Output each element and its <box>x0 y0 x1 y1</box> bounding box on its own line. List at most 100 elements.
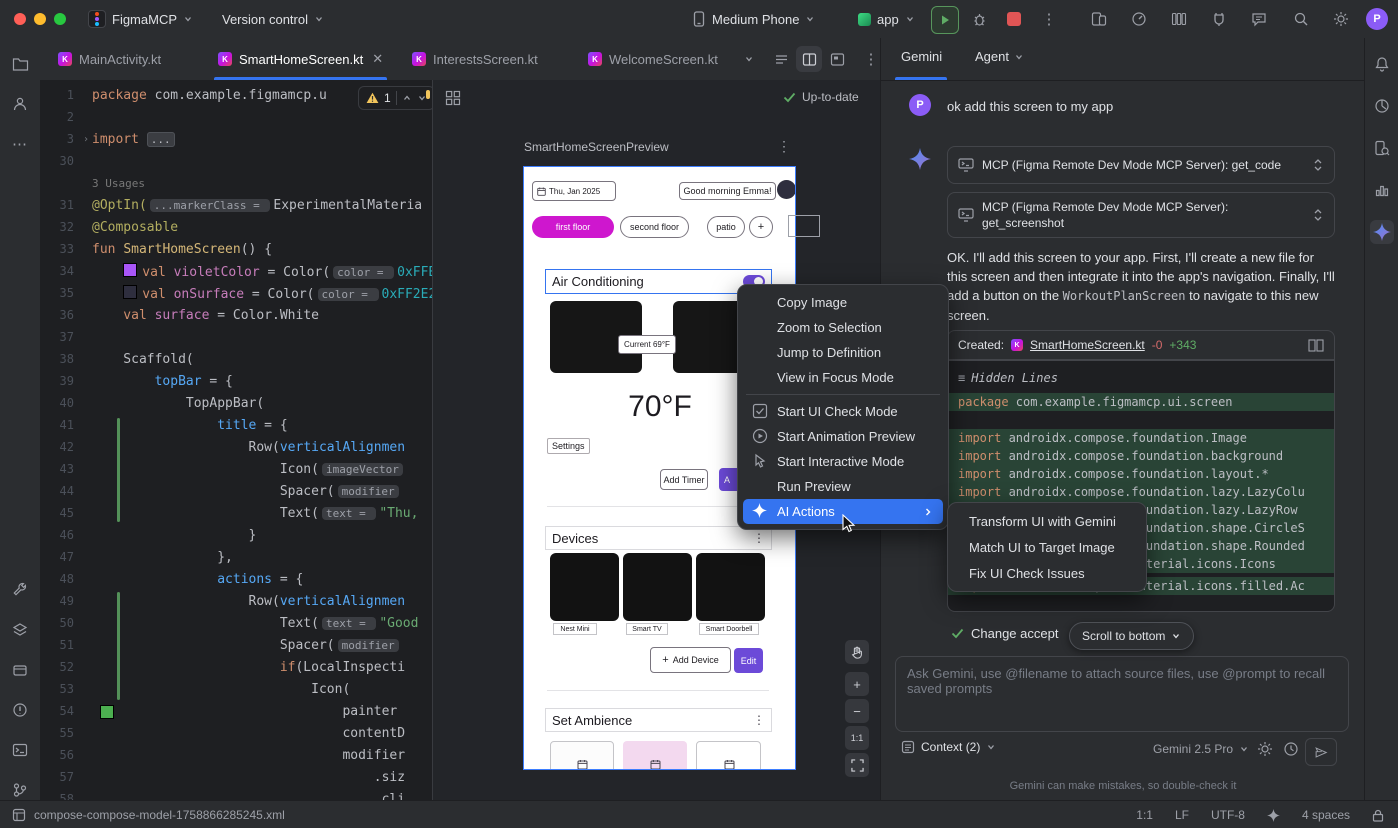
tab-agent[interactable]: Agent <box>975 49 1024 64</box>
layout-inspector-icon[interactable] <box>1370 136 1394 160</box>
code-line[interactable]: 50Text(text = "Good <box>40 612 432 634</box>
device-mirror-button[interactable] <box>1086 6 1112 32</box>
line-number[interactable]: 51 <box>40 638 80 652</box>
code-line[interactable]: 32@Composable <box>40 216 432 238</box>
inspection-widget[interactable]: 1 <box>358 86 432 110</box>
code-line[interactable]: 3›import ... <box>40 128 432 150</box>
created-file-link[interactable]: SmartHomeScreen.kt <box>1030 338 1145 352</box>
layers-icon[interactable] <box>8 618 32 642</box>
line-number[interactable]: 36 <box>40 308 80 322</box>
debug-button[interactable] <box>966 6 992 32</box>
add-timer-button[interactable]: Add Timer <box>660 469 708 490</box>
add-device-button[interactable]: + Add Device <box>650 647 731 673</box>
menu-item-view-in-focus-mode[interactable]: View in Focus Mode <box>743 365 943 390</box>
filter-chip-second-floor[interactable]: second floor <box>620 216 689 238</box>
menu-item-jump-to-definition[interactable]: Jump to Definition <box>743 340 943 365</box>
code-line[interactable]: 47}, <box>40 546 432 568</box>
tab-welcomescreen[interactable]: K WelcomeScreen.kt <box>578 38 728 80</box>
line-number[interactable]: 44 <box>40 484 80 498</box>
line-number[interactable]: 37 <box>40 330 80 344</box>
hidden-lines-row[interactable]: ≡ Hidden Lines <box>948 369 1334 387</box>
line-number[interactable]: 31 <box>40 198 80 212</box>
tab-smarthomescreen[interactable]: K SmartHomeScreen.kt ✕ <box>208 38 393 80</box>
line-number[interactable]: 55 <box>40 726 80 740</box>
filter-chip-patio[interactable]: patio <box>707 216 745 238</box>
file-encoding[interactable]: UTF-8 <box>1211 808 1245 822</box>
edit-button[interactable]: Edit <box>734 648 763 673</box>
tab-interestsscreen[interactable]: K InterestsScreen.kt <box>402 38 548 80</box>
color-swatch[interactable] <box>123 263 137 277</box>
zoom-to-fit-button[interactable] <box>845 753 869 777</box>
device-manager-icon[interactable] <box>8 658 32 682</box>
code-line[interactable]: 49Row(verticalAlignmen <box>40 590 432 612</box>
menu-item-start-animation-preview[interactable]: Start Animation Preview <box>743 424 943 449</box>
code-line[interactable]: 38Scaffold( <box>40 348 432 370</box>
code-view-button[interactable] <box>768 46 794 72</box>
code-line[interactable]: 53Icon( <box>40 678 432 700</box>
code-line[interactable]: 44Spacer(modifier <box>40 480 432 502</box>
line-number[interactable]: 39 <box>40 374 80 388</box>
line-number[interactable]: 42 <box>40 440 80 454</box>
tab-gemini[interactable]: Gemini <box>901 49 942 64</box>
plugins-button[interactable] <box>1206 6 1232 32</box>
line-number[interactable]: 38 <box>40 352 80 366</box>
line-number[interactable]: 33 <box>40 242 80 256</box>
code-line[interactable]: 45Text(text = "Thu, <box>40 502 432 524</box>
prev-issue-icon[interactable] <box>402 93 412 103</box>
line-number[interactable]: 43 <box>40 462 80 476</box>
mcp-call-card[interactable]: MCP (Figma Remote Dev Mode MCP Server): … <box>947 146 1335 184</box>
context-selector[interactable]: Context (2) <box>901 740 996 754</box>
code-line[interactable]: 41title = { <box>40 414 432 436</box>
menu-item-start-ui-check-mode[interactable]: Start UI Check Mode <box>743 399 943 424</box>
submenu-item-fix-ui-check[interactable]: Fix UI Check Issues <box>953 560 1141 586</box>
section-kebab-icon[interactable]: ⋮ <box>753 531 765 545</box>
filter-chip-first-floor[interactable]: first floor <box>532 216 614 238</box>
error-stripe-mark[interactable] <box>426 90 430 99</box>
code-line[interactable]: 52if(LocalInspecti <box>40 656 432 678</box>
build-icon[interactable] <box>8 578 32 602</box>
code-line[interactable]: 33fun SmartHomeScreen() { <box>40 238 432 260</box>
menu-item-copy-image[interactable]: Copy Image <box>743 290 943 315</box>
zoom-button[interactable] <box>54 13 66 25</box>
vcs-widget[interactable]: Version control <box>222 0 324 38</box>
code-line[interactable]: 56modifier <box>40 744 432 766</box>
color-swatch[interactable] <box>123 285 137 299</box>
line-number[interactable]: 49 <box>40 594 80 608</box>
fold-icon[interactable]: › <box>80 134 92 145</box>
search-everywhere-button[interactable] <box>1288 6 1314 32</box>
unfold-icon[interactable] <box>1312 158 1324 172</box>
build-status[interactable]: Up-to-date <box>783 90 859 104</box>
ai-chat-button[interactable] <box>1246 6 1272 32</box>
code-line[interactable]: 55contentD <box>40 722 432 744</box>
design-view-button[interactable] <box>824 46 850 72</box>
gemini-prompt-input[interactable] <box>895 656 1349 732</box>
line-number[interactable]: 56 <box>40 748 80 762</box>
code-line[interactable]: 39topBar = { <box>40 370 432 392</box>
line-number[interactable]: 50 <box>40 616 80 630</box>
code-line[interactable]: 34val violetColor = Color(color = 0xFFB <box>40 260 432 282</box>
section-devices[interactable]: Devices ⋮ <box>545 526 772 550</box>
line-number[interactable]: 57 <box>40 770 80 784</box>
avatar[interactable] <box>777 180 796 199</box>
device-selector[interactable]: Medium Phone <box>692 0 815 38</box>
model-selector[interactable]: Gemini 2.5 Pro <box>1153 742 1249 756</box>
resource-manager-icon[interactable] <box>8 92 32 116</box>
tab-mainactivity[interactable]: K MainActivity.kt <box>48 38 171 80</box>
more-actions-button[interactable]: ⋮ <box>1036 6 1062 32</box>
folded-region[interactable]: ... <box>147 132 175 147</box>
line-number[interactable]: 34 <box>40 264 80 278</box>
code-line[interactable]: 46} <box>40 524 432 546</box>
preview-title[interactable]: SmartHomeScreenPreview <box>524 140 669 154</box>
code-line[interactable]: 36val surface = Color.White <box>40 304 432 326</box>
code-line[interactable]: 58.cli <box>40 788 432 800</box>
line-separator[interactable]: LF <box>1175 808 1189 822</box>
app-menu[interactable]: FigmaMCP <box>88 0 193 38</box>
mcp-call-card[interactable]: MCP (Figma Remote Dev Mode MCP Server): … <box>947 192 1335 238</box>
code-line[interactable]: 57.siz <box>40 766 432 788</box>
profiler-icon[interactable] <box>1370 94 1394 118</box>
prompt-history-button[interactable] <box>1283 741 1299 757</box>
line-number[interactable]: 3 <box>40 132 80 146</box>
submenu-item-match-ui[interactable]: Match UI to Target Image <box>953 534 1141 560</box>
submenu-item-transform-ui[interactable]: Transform UI with Gemini <box>953 508 1141 534</box>
minimize-button[interactable] <box>34 13 46 25</box>
